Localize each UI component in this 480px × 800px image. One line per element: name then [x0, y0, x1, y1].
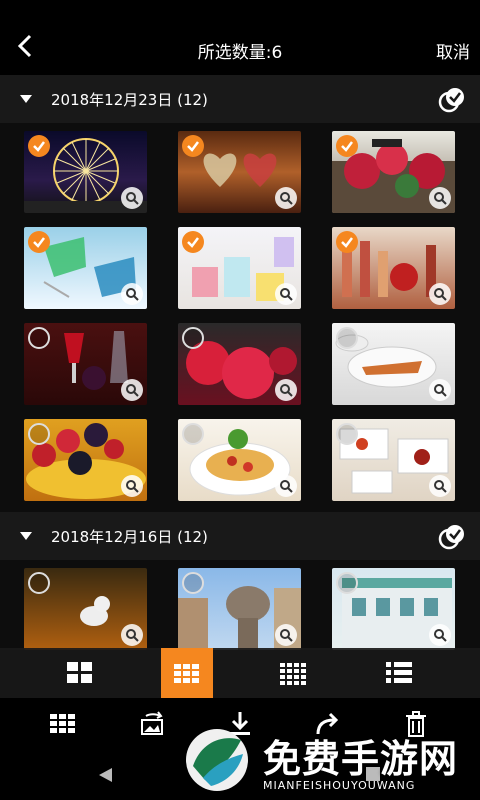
- top-bar: 所选数量:6 取消: [0, 0, 480, 75]
- date-section-header[interactable]: 2018年12月16日 (12): [0, 512, 480, 560]
- zoom-magnifier-icon[interactable]: [429, 475, 451, 497]
- photo-thumbnail[interactable]: [24, 568, 147, 650]
- view-grid-2-button[interactable]: [54, 648, 106, 698]
- zoom-magnifier-icon[interactable]: [121, 379, 143, 401]
- zoom-magnifier-icon[interactable]: [429, 624, 451, 646]
- grid-4-icon: [280, 663, 306, 685]
- unselected-check-icon[interactable]: [336, 327, 358, 349]
- view-grid-4-button[interactable]: [267, 648, 319, 698]
- unselected-check-icon[interactable]: [336, 423, 358, 445]
- grid-3-icon: [174, 664, 199, 683]
- photo-thumbnail[interactable]: [178, 323, 301, 405]
- nav-back-icon[interactable]: [96, 766, 114, 784]
- photo-thumbnail[interactable]: [178, 419, 301, 501]
- zoom-magnifier-icon[interactable]: [275, 475, 297, 497]
- photo-thumbnail[interactable]: [24, 323, 147, 405]
- grid-view-icon[interactable]: [47, 708, 79, 740]
- zoom-magnifier-icon[interactable]: [275, 379, 297, 401]
- photo-thumbnail[interactable]: [332, 323, 455, 405]
- selected-check-icon[interactable]: [182, 231, 204, 253]
- zoom-magnifier-icon[interactable]: [121, 475, 143, 497]
- photo-thumbnail[interactable]: [178, 568, 301, 650]
- zoom-magnifier-icon[interactable]: [429, 187, 451, 209]
- selected-check-icon[interactable]: [28, 135, 50, 157]
- photo-thumbnail[interactable]: [332, 419, 455, 501]
- photo-thumbnail[interactable]: [24, 227, 147, 309]
- collapse-triangle-icon[interactable]: [20, 95, 32, 103]
- view-mode-bar: [0, 648, 480, 698]
- selected-check-icon[interactable]: [182, 135, 204, 157]
- zoom-magnifier-icon[interactable]: [429, 283, 451, 305]
- watermark: 免费手游网 MIANFEISHOUYOUWANG: [183, 722, 473, 800]
- photo-thumbnail[interactable]: [178, 227, 301, 309]
- list-icon: [386, 662, 412, 683]
- selected-check-icon[interactable]: [336, 231, 358, 253]
- zoom-magnifier-icon[interactable]: [275, 624, 297, 646]
- section-date-label: 2018年12月16日 (12): [51, 528, 208, 546]
- unselected-check-icon[interactable]: [182, 327, 204, 349]
- photo-grid: [0, 560, 480, 650]
- photo-thumbnail[interactable]: [332, 131, 455, 213]
- photo-thumbnail[interactable]: [332, 568, 455, 650]
- zoom-magnifier-icon[interactable]: [121, 624, 143, 646]
- unselected-check-icon[interactable]: [28, 423, 50, 445]
- cancel-button[interactable]: 取消: [436, 38, 470, 63]
- select-all-icon[interactable]: [438, 86, 466, 114]
- zoom-magnifier-icon[interactable]: [121, 187, 143, 209]
- view-list-button[interactable]: [373, 648, 425, 698]
- zoom-magnifier-icon[interactable]: [121, 283, 143, 305]
- slideshow-icon[interactable]: [136, 708, 168, 740]
- unselected-check-icon[interactable]: [336, 572, 358, 594]
- zoom-magnifier-icon[interactable]: [275, 187, 297, 209]
- selected-count-title: 所选数量:6: [197, 43, 283, 63]
- photo-grid: [0, 123, 480, 523]
- date-section-header[interactable]: 2018年12月23日 (12): [0, 75, 480, 123]
- photo-thumbnail[interactable]: [24, 131, 147, 213]
- section-date-label: 2018年12月23日 (12): [51, 91, 208, 109]
- collapse-triangle-icon[interactable]: [20, 532, 32, 540]
- unselected-check-icon[interactable]: [28, 327, 50, 349]
- grid-2-icon: [67, 662, 92, 683]
- watermark-logo-icon: [186, 729, 248, 791]
- watermark-cn-text: 免费手游网: [263, 737, 459, 781]
- selected-check-icon[interactable]: [28, 231, 50, 253]
- photo-thumbnail[interactable]: [178, 131, 301, 213]
- unselected-check-icon[interactable]: [182, 423, 204, 445]
- zoom-magnifier-icon[interactable]: [275, 283, 297, 305]
- unselected-check-icon[interactable]: [182, 572, 204, 594]
- zoom-magnifier-icon[interactable]: [429, 379, 451, 401]
- photo-thumbnail[interactable]: [24, 419, 147, 501]
- unselected-check-icon[interactable]: [28, 572, 50, 594]
- select-all-icon[interactable]: [438, 523, 466, 551]
- selected-check-icon[interactable]: [336, 135, 358, 157]
- photo-thumbnail[interactable]: [332, 227, 455, 309]
- view-grid-3-button[interactable]: [161, 648, 213, 698]
- watermark-en-text: MIANFEISHOUYOUWANG: [263, 779, 416, 792]
